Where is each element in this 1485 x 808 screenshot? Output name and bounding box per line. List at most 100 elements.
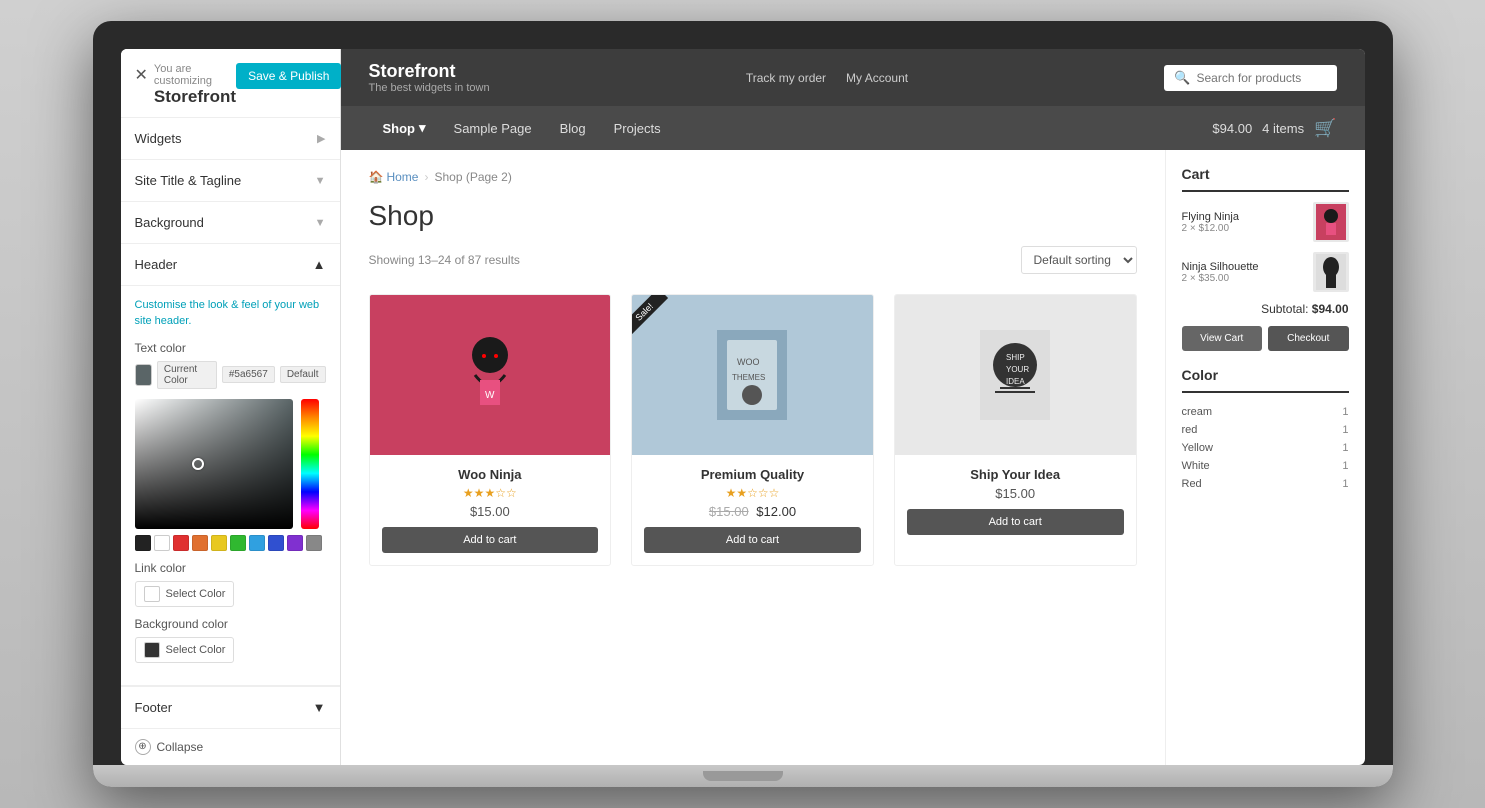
original-price-2: $15.00 xyxy=(709,504,749,519)
swatch-green[interactable] xyxy=(230,535,246,551)
shop-meta-row: Showing 13–24 of 87 results Default sort… xyxy=(369,246,1137,274)
customizing-label: You are customizing xyxy=(154,63,236,87)
track-order-link[interactable]: Track my order xyxy=(746,71,826,85)
showing-results: Showing 13–24 of 87 results xyxy=(369,253,520,267)
site-title-arrow-icon: ▼ xyxy=(315,175,326,187)
site-brand: Storefront The best widgets in town xyxy=(369,61,490,94)
swatch-black[interactable] xyxy=(135,535,151,551)
premium-illustration: WOO THEMES xyxy=(717,330,787,420)
product-name-2: Premium Quality xyxy=(644,467,861,482)
breadcrumb-shop: Shop (Page 2) xyxy=(434,170,511,184)
product-info-woo-ninja: Woo Ninja ★★★☆☆ $15.00 Add to cart xyxy=(370,455,611,565)
color-white[interactable]: White1 xyxy=(1182,457,1349,475)
color-red-lower[interactable]: red1 xyxy=(1182,421,1349,439)
nav-shop[interactable]: Shop ▾ xyxy=(369,106,440,150)
sort-select[interactable]: Default sorting xyxy=(1021,246,1137,274)
search-input[interactable] xyxy=(1197,71,1327,85)
svg-text:WOO: WOO xyxy=(737,357,760,367)
widgets-arrow-icon: ▶ xyxy=(317,132,325,145)
widgets-nav-item[interactable]: Widgets ▶ xyxy=(121,118,340,160)
hue-bar[interactable] xyxy=(301,399,319,529)
link-color-label: Link color xyxy=(135,561,326,575)
header-section-toggle[interactable]: Header ▲ xyxy=(121,244,340,286)
nav-projects[interactable]: Projects xyxy=(600,107,675,150)
laptop-screen: ✕ You are customizing Storefront Save & … xyxy=(121,49,1365,765)
bg-color-swatch xyxy=(144,642,160,658)
save-publish-button[interactable]: Save & Publish xyxy=(236,63,341,89)
swatch-purple[interactable] xyxy=(287,535,303,551)
product-img-placeholder-2: Sale! WOO THEMES xyxy=(632,295,873,455)
swatch-blue[interactable] xyxy=(268,535,284,551)
nav-blog[interactable]: Blog xyxy=(546,107,600,150)
product-card-woo-ninja: W Woo Ninja ★★★☆☆ $15.00 Add to cart xyxy=(369,294,612,566)
nav-sample-page[interactable]: Sample Page xyxy=(440,107,546,150)
product-card-ship: SHIP YOUR IDEA Ship Your Idea xyxy=(894,294,1137,566)
sale-price-2: $12.00 xyxy=(756,504,796,519)
color-cream[interactable]: cream1 xyxy=(1182,403,1349,421)
swatch-lightblue[interactable] xyxy=(249,535,265,551)
storefront-title: Storefront xyxy=(154,87,236,107)
shop-sidebar: Cart Flying Ninja 2 × $12.00 xyxy=(1165,150,1365,765)
cart-item-name-1: Flying Ninja xyxy=(1182,211,1313,223)
product-img-placeholder-3: SHIP YOUR IDEA xyxy=(895,295,1136,455)
swatch-orange[interactable] xyxy=(192,535,208,551)
svg-text:SHIP: SHIP xyxy=(1006,353,1025,362)
site-header: Storefront The best widgets in town Trac… xyxy=(341,49,1365,106)
cart-widget-title: Cart xyxy=(1182,166,1349,182)
hex-value-tag: #5a6567 xyxy=(222,366,275,383)
link-color-select-btn[interactable]: Select Color xyxy=(135,581,235,607)
cart-item-info-2: Ninja Silhouette 2 × $35.00 xyxy=(1182,261,1313,284)
laptop-frame: ✕ You are customizing Storefront Save & … xyxy=(93,21,1393,787)
color-swatches-row xyxy=(135,535,326,551)
site-nav: Shop ▾ Sample Page Blog Projects $94.00 … xyxy=(341,106,1365,150)
search-icon: 🔍 xyxy=(1174,70,1190,86)
add-to-cart-1[interactable]: Add to cart xyxy=(382,527,599,553)
my-account-link[interactable]: My Account xyxy=(846,71,908,85)
shop-main: 🏠 Home › Shop (Page 2) Shop Showing 13–2… xyxy=(341,150,1165,765)
cart-icon[interactable]: 🛒 xyxy=(1314,118,1336,139)
product-price-1: $15.00 xyxy=(382,504,599,519)
breadcrumb: 🏠 Home › Shop (Page 2) xyxy=(369,170,1137,184)
brand-title: Storefront xyxy=(369,61,490,82)
add-to-cart-3[interactable]: Add to cart xyxy=(907,509,1124,535)
cart-divider xyxy=(1182,190,1349,192)
text-color-label: Text color xyxy=(135,341,326,355)
panel-header-content: You are customizing Storefront xyxy=(154,63,236,107)
product-img-placeholder-1: W xyxy=(370,295,611,455)
text-color-row: Current Color #5a6567 Default xyxy=(135,361,326,389)
swatch-white[interactable] xyxy=(154,535,170,551)
header-desc: Customise the look & feel of your web si… xyxy=(135,298,326,329)
swatch-red[interactable] xyxy=(173,535,189,551)
color-picker-circle xyxy=(192,458,204,470)
shop-title: Shop xyxy=(369,200,1137,232)
cart-item-2: Ninja Silhouette 2 × $35.00 xyxy=(1182,252,1349,292)
site-title-nav-item[interactable]: Site Title & Tagline ▼ xyxy=(121,160,340,202)
link-color-row: Select Color xyxy=(135,581,326,607)
panel-header: ✕ You are customizing Storefront Save & … xyxy=(121,49,340,118)
color-picker[interactable] xyxy=(135,399,326,551)
color-yellow[interactable]: Yellow1 xyxy=(1182,439,1349,457)
swatch-yellow[interactable] xyxy=(211,535,227,551)
background-nav-item[interactable]: Background ▼ xyxy=(121,202,340,244)
product-price-3: $15.00 xyxy=(907,486,1124,501)
default-tag[interactable]: Default xyxy=(280,366,326,383)
checkout-button[interactable]: Checkout xyxy=(1268,326,1349,351)
text-color-swatch[interactable] xyxy=(135,364,152,386)
color-red-upper[interactable]: Red1 xyxy=(1182,475,1349,493)
view-cart-button[interactable]: View Cart xyxy=(1182,326,1263,351)
bg-color-select-btn[interactable]: Select Color xyxy=(135,637,235,663)
collapse-button[interactable]: ⊕ Collapse xyxy=(121,728,340,765)
cart-item-qty-2: 2 × $35.00 xyxy=(1182,273,1313,284)
color-gradient-area[interactable] xyxy=(135,399,293,529)
swatch-gray[interactable] xyxy=(306,535,322,551)
shop-body: 🏠 Home › Shop (Page 2) Shop Showing 13–2… xyxy=(341,150,1365,765)
close-button[interactable]: ✕ xyxy=(135,63,148,87)
add-to-cart-2[interactable]: Add to cart xyxy=(644,527,861,553)
cart-item-1: Flying Ninja 2 × $12.00 xyxy=(1182,202,1349,242)
breadcrumb-home-link[interactable]: 🏠 Home xyxy=(369,170,419,184)
footer-nav-item[interactable]: Footer ▼ xyxy=(121,686,340,728)
brand-subtitle: The best widgets in town xyxy=(369,82,490,94)
search-box[interactable]: 🔍 xyxy=(1164,65,1336,91)
header-section: Header ▲ Customise the look & feel of yo… xyxy=(121,244,340,686)
home-icon: 🏠 xyxy=(369,170,384,184)
